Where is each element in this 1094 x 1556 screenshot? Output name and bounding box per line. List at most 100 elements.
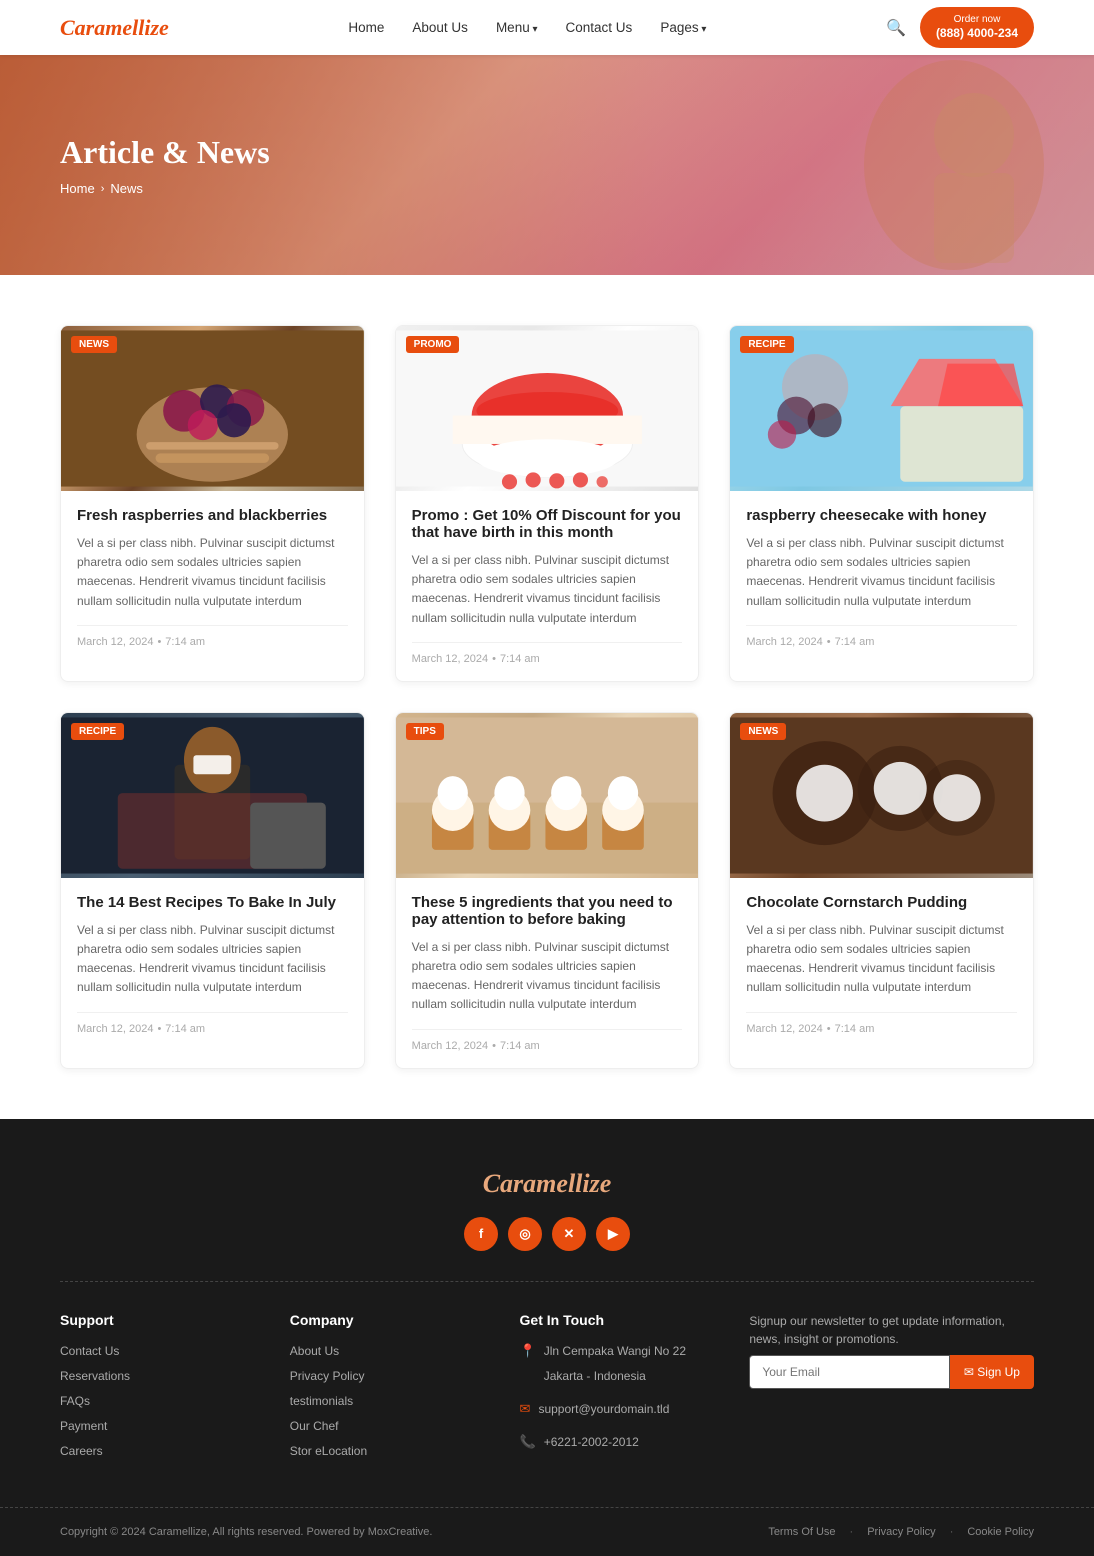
footer-link-privacy-policy[interactable]: Privacy Policy	[290, 1367, 480, 1385]
card-image-4: TIPS	[396, 713, 699, 878]
card-body-3: The 14 Best Recipes To Bake In July Vel …	[61, 878, 364, 1051]
articles-grid: NEWS Fresh raspberries and blackberries …	[60, 325, 1034, 1069]
nav-logo[interactable]: Caramellize	[60, 15, 169, 41]
card-title-3: The 14 Best Recipes To Bake In July	[77, 894, 348, 911]
articles-section: NEWS Fresh raspberries and blackberries …	[0, 275, 1094, 1119]
footer-link-about-us[interactable]: About Us	[290, 1342, 480, 1360]
nav-contact[interactable]: Contact Us	[566, 20, 633, 35]
card-date-3: March 12, 2024•7:14 am	[77, 1012, 348, 1035]
card-date-4: March 12, 2024•7:14 am	[412, 1029, 683, 1052]
phone-icon: 📞	[520, 1434, 536, 1450]
social-youtube[interactable]: ▶	[596, 1217, 630, 1251]
card-badge-5: NEWS	[740, 723, 786, 740]
nav-home[interactable]: Home	[348, 20, 384, 35]
card-badge-4: TIPS	[406, 723, 444, 740]
card-image-1: PROMO	[396, 326, 699, 491]
article-card-2[interactable]: RECIPE raspberry cheesecake with honey V…	[729, 325, 1034, 682]
nav-right: 🔍 Order now (888) 4000-234	[886, 7, 1034, 48]
card-title-0: Fresh raspberries and blackberries	[77, 507, 348, 524]
card-title-5: Chocolate Cornstarch Pudding	[746, 894, 1017, 911]
nav-about[interactable]: About Us	[412, 20, 468, 35]
card-title-1: Promo : Get 10% Off Discount for you tha…	[412, 507, 683, 541]
footer-phone: 📞 +6221-2002-2012	[520, 1433, 710, 1458]
card-image-0: NEWS	[61, 326, 364, 491]
breadcrumb: Home › News	[60, 181, 270, 196]
phone-number: (888) 4000-234	[936, 26, 1018, 42]
card-badge-0: NEWS	[71, 336, 117, 353]
nav-menu[interactable]: Menu	[496, 20, 538, 35]
footer: Caramellize f ◎ ✕ ▶ Support Contact Us R…	[0, 1119, 1094, 1556]
card-date-5: March 12, 2024•7:14 am	[746, 1012, 1017, 1035]
social-instagram[interactable]: ◎	[508, 1217, 542, 1251]
footer-bottom: Copyright © 2024 Caramellize, All rights…	[60, 1508, 1034, 1556]
order-label: Order now	[954, 13, 1001, 26]
card-desc-4: Vel a si per class nibh. Pulvinar suscip…	[412, 938, 683, 1015]
search-icon[interactable]: 🔍	[886, 18, 906, 38]
card-badge-1: PROMO	[406, 336, 460, 353]
article-card-4[interactable]: TIPS These 5 ingredients that you need t…	[395, 712, 700, 1069]
footer-link-payment[interactable]: Payment	[60, 1417, 250, 1435]
card-desc-1: Vel a si per class nibh. Pulvinar suscip…	[412, 551, 683, 628]
footer-support-col: Support Contact Us Reservations FAQs Pay…	[60, 1312, 250, 1467]
social-twitter-x[interactable]: ✕	[552, 1217, 586, 1251]
breadcrumb-sep: ›	[101, 183, 105, 195]
card-body-4: These 5 ingredients that you need to pay…	[396, 878, 699, 1068]
card-badge-2: RECIPE	[740, 336, 793, 353]
footer-socials: f ◎ ✕ ▶	[60, 1217, 1034, 1251]
footer-email: ✉ support@yourdomain.tld	[520, 1400, 710, 1425]
card-badge-3: RECIPE	[71, 723, 124, 740]
card-body-5: Chocolate Cornstarch Pudding Vel a si pe…	[730, 878, 1033, 1051]
hero-section: Article & News Home › News	[0, 55, 1094, 275]
article-card-0[interactable]: NEWS Fresh raspberries and blackberries …	[60, 325, 365, 682]
footer-company-heading: Company	[290, 1312, 480, 1328]
nav-links: Home About Us Menu Contact Us Pages	[348, 20, 706, 35]
breadcrumb-current: News	[110, 181, 143, 196]
card-body-0: Fresh raspberries and blackberries Vel a…	[61, 491, 364, 664]
hero-title: Article & News	[60, 134, 270, 171]
hero-decoration	[547, 55, 1094, 275]
newsletter-heading: Signup our newsletter to get update info…	[749, 1312, 1034, 1348]
footer-link-testimonials[interactable]: testimonials	[290, 1392, 480, 1410]
footer-link-stor-elocation[interactable]: Stor eLocation	[290, 1442, 480, 1460]
footer-link-faqs[interactable]: FAQs	[60, 1392, 250, 1410]
footer-logo: Caramellize	[60, 1169, 1034, 1199]
footer-phone-number: +6221-2002-2012	[544, 1433, 639, 1451]
nav-pages[interactable]: Pages	[660, 20, 706, 35]
footer-contact-heading: Get In Touch	[520, 1312, 710, 1328]
location-icon: 📍	[520, 1343, 536, 1359]
footer-address-line2: Jakarta - Indonesia	[544, 1367, 686, 1385]
card-body-2: raspberry cheesecake with honey Vel a si…	[730, 491, 1033, 664]
order-phone-button[interactable]: Order now (888) 4000-234	[920, 7, 1034, 48]
newsletter-signup-button[interactable]: ✉ Sign Up	[950, 1355, 1034, 1389]
footer-link-careers[interactable]: Careers	[60, 1442, 250, 1460]
social-facebook[interactable]: f	[464, 1217, 498, 1251]
navbar: Caramellize Home About Us Menu Contact U…	[0, 0, 1094, 55]
footer-address-line1: Jln Cempaka Wangi No 22	[544, 1342, 686, 1360]
footer-newsletter-col: Signup our newsletter to get update info…	[749, 1312, 1034, 1467]
hero-content: Article & News Home › News	[0, 134, 330, 196]
footer-link-reservations[interactable]: Reservations	[60, 1367, 250, 1385]
card-desc-3: Vel a si per class nibh. Pulvinar suscip…	[77, 921, 348, 998]
article-card-3[interactable]: RECIPE The 14 Best Recipes To Bake In Ju…	[60, 712, 365, 1069]
hero-chef-illustration	[754, 55, 1094, 275]
footer-divider-top	[60, 1281, 1034, 1282]
article-card-5[interactable]: NEWS Chocolate Cornstarch Pudding Vel a …	[729, 712, 1034, 1069]
newsletter-email-input[interactable]	[749, 1355, 950, 1389]
card-desc-0: Vel a si per class nibh. Pulvinar suscip…	[77, 534, 348, 611]
footer-company-col: Company About Us Privacy Policy testimon…	[290, 1312, 480, 1467]
card-desc-5: Vel a si per class nibh. Pulvinar suscip…	[746, 921, 1017, 998]
card-date-0: March 12, 2024•7:14 am	[77, 625, 348, 648]
footer-address: 📍 Jln Cempaka Wangi No 22 Jakarta - Indo…	[520, 1342, 710, 1392]
card-title-2: raspberry cheesecake with honey	[746, 507, 1017, 524]
card-title-4: These 5 ingredients that you need to pay…	[412, 894, 683, 928]
footer-link-our-chef[interactable]: Our Chef	[290, 1417, 480, 1435]
card-body-1: Promo : Get 10% Off Discount for you tha…	[396, 491, 699, 681]
footer-link-contact-us[interactable]: Contact Us	[60, 1342, 250, 1360]
footer-email-link[interactable]: support@yourdomain.tld	[538, 1400, 669, 1418]
card-image-2: RECIPE	[730, 326, 1033, 491]
card-date-2: March 12, 2024•7:14 am	[746, 625, 1017, 648]
card-date-1: March 12, 2024•7:14 am	[412, 642, 683, 665]
breadcrumb-home[interactable]: Home	[60, 181, 95, 196]
article-card-1[interactable]: PROMO Promo : Get 10% Off Discount for y…	[395, 325, 700, 682]
footer-columns: Support Contact Us Reservations FAQs Pay…	[60, 1312, 1034, 1467]
